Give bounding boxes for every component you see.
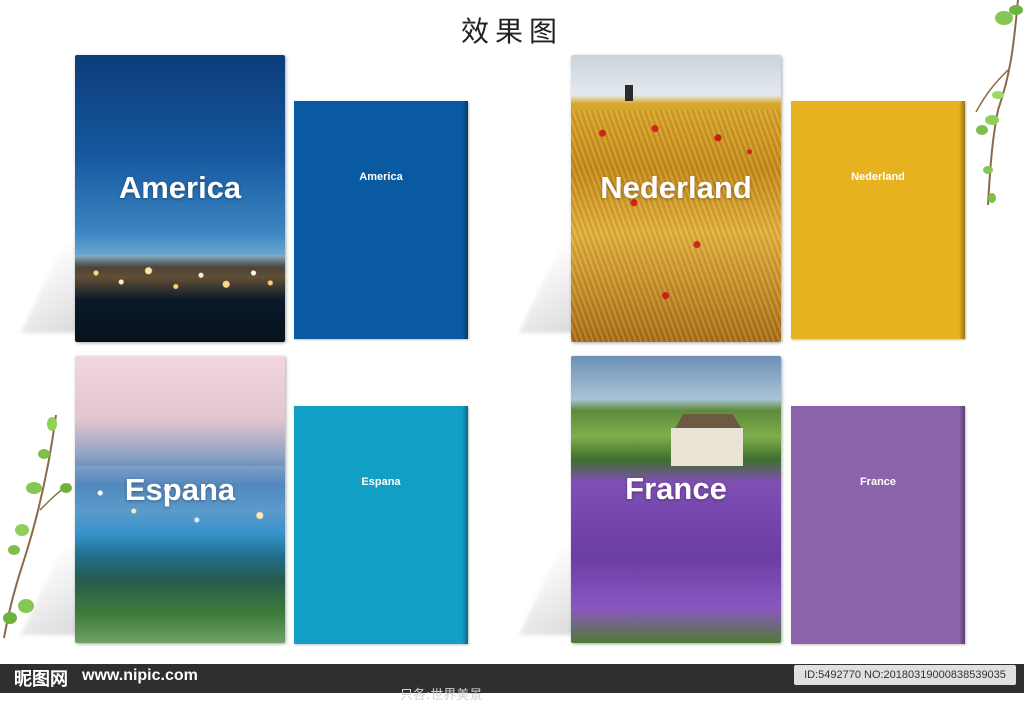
site-logo: 昵图网	[14, 669, 68, 690]
back-label-france: France	[859, 476, 897, 488]
cover-label-nederland: Nederland	[600, 170, 752, 205]
book-cover-america: America	[75, 55, 285, 342]
back-label-nederland: Nederland	[851, 171, 905, 183]
book-cover-espana: Espana	[75, 356, 285, 643]
image-id-label: ID:5492770 NO:20180319000838539035	[794, 665, 1016, 685]
back-label-america: America	[359, 171, 403, 183]
site-url: www.nipic.com	[82, 667, 198, 684]
windmill-image	[625, 85, 633, 101]
cover-label-america: America	[118, 170, 242, 205]
footer-subtext: 只各:世界美景	[400, 688, 483, 703]
back-label-espana: Espana	[361, 476, 401, 488]
wheat-field-image	[571, 110, 781, 342]
book-back-nederland: Nederland	[791, 101, 965, 339]
branch-top-right-icon	[975, 0, 1023, 206]
book-back-america: America	[294, 101, 468, 339]
branch-bottom-left-icon	[3, 414, 72, 639]
cover-label-espana: Espana	[124, 472, 236, 507]
cover-label-france: France	[625, 471, 727, 506]
book-cover-nederland: Nederland	[571, 55, 781, 342]
book-back-france: France	[791, 406, 965, 644]
book-back-espana: Espana	[294, 406, 468, 644]
page-title: 效果图	[460, 15, 563, 48]
book-cover-france: France	[571, 356, 781, 643]
farmhouse-image	[671, 428, 743, 466]
city-lights-image	[75, 255, 285, 300]
